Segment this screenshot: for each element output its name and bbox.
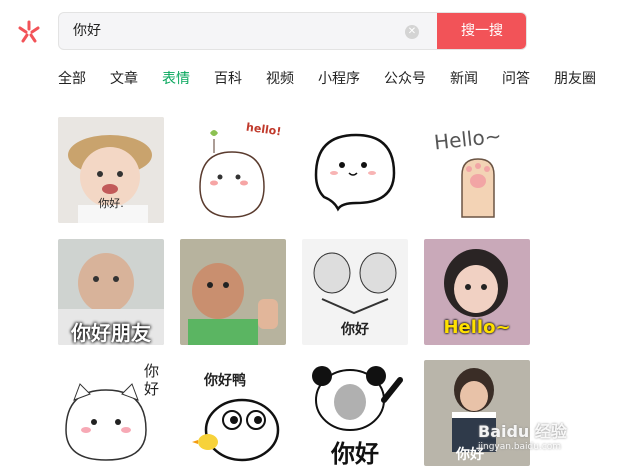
sticker-caption: Hello~ [443, 317, 511, 338]
tab-video[interactable]: 视频 [266, 68, 294, 88]
sticker-white-blob[interactable] [302, 117, 408, 223]
sticker-duck-hello[interactable]: 你好鸭 [180, 360, 286, 466]
white-blob-image [314, 133, 396, 212]
tab-qa[interactable]: 问答 [502, 68, 530, 88]
tab-stickers[interactable]: 表情 [162, 68, 190, 88]
search-button[interactable]: 搜一搜 [437, 13, 526, 49]
search-input[interactable]: 你好 [73, 13, 101, 49]
search-box[interactable]: 你好 ✕ 搜一搜 [58, 12, 527, 50]
clear-icon[interactable]: ✕ [405, 25, 419, 39]
sticker-baby-friend[interactable]: 你好朋友 [58, 239, 164, 345]
kid-wave-image [180, 239, 286, 345]
sticker-girl-hello[interactable]: Hello~ [424, 239, 530, 345]
tab-all[interactable]: 全部 [58, 68, 86, 88]
tab-official-accounts[interactable]: 公众号 [384, 68, 426, 88]
sticker-kid-wave[interactable] [180, 239, 286, 345]
sticker-caption: 你好 [331, 440, 379, 466]
sticker-cat-hello[interactable]: 你好 [58, 360, 164, 466]
wechat-search-logo-icon [18, 20, 40, 43]
sticker-bun-hello[interactable]: hello! [180, 117, 286, 223]
tab-articles[interactable]: 文章 [110, 68, 138, 88]
sticker-caption: 你好. [98, 197, 124, 210]
tab-encyclopedia[interactable]: 百科 [214, 68, 242, 88]
sticker-meme-hug[interactable]: 你好 [302, 239, 408, 345]
sticker-baby-hat[interactable]: 你好. [58, 117, 164, 223]
sticker-paw-hello[interactable]: Hello~ [424, 117, 530, 223]
sticker-caption: 你好鸭 [204, 373, 246, 389]
sticker-panda-hello[interactable]: 你好 [302, 360, 408, 466]
tab-news[interactable]: 新闻 [450, 68, 478, 88]
sticker-caption: 你好 [341, 322, 369, 338]
tab-mini-programs[interactable]: 小程序 [318, 68, 360, 88]
watermark-text: Baidu 经验 [478, 422, 567, 441]
sticker-caption: 你好朋友 [71, 321, 151, 345]
baidu-watermark: Baidu 经验 jingyan.baidu.com [478, 418, 567, 452]
sticker-caption: 你好 [144, 362, 160, 398]
watermark-sub: jingyan.baidu.com [478, 442, 562, 452]
tab-moments[interactable]: 朋友圈 [554, 68, 596, 88]
